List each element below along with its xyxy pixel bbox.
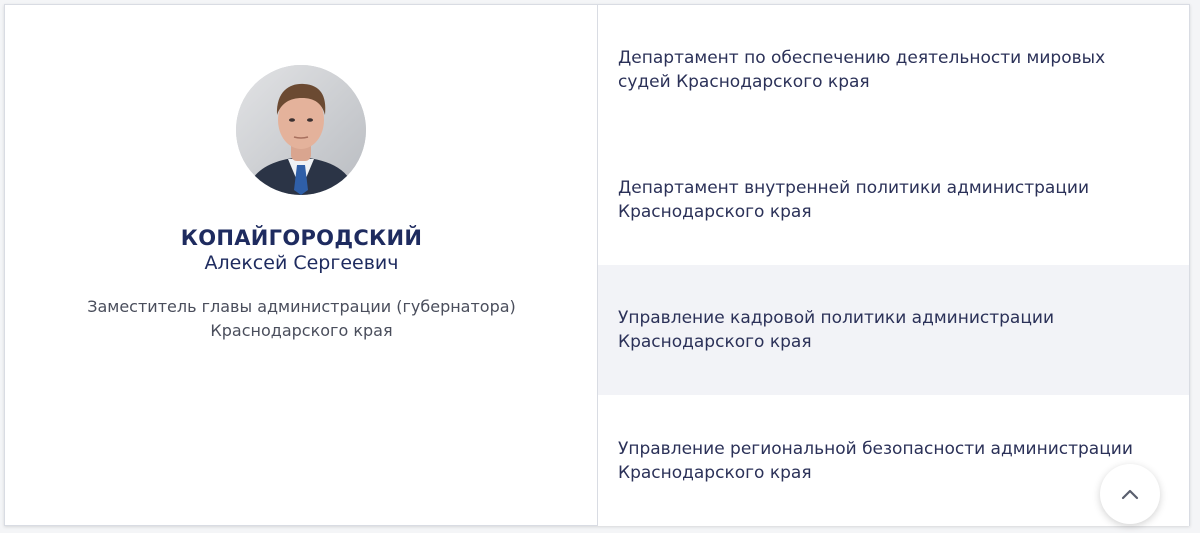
department-link[interactable]: Департамент по обеспечению деятельности … [618, 46, 1139, 94]
person-surname: КОПАЙГОРОДСКИЙ [180, 226, 423, 250]
department-link[interactable]: Департамент внутренней политики админист… [618, 176, 1139, 224]
department-link[interactable]: Управление кадровой политики администрац… [618, 306, 1139, 354]
person-given-names: Алексей Сергеевич [204, 252, 399, 274]
chevron-up-icon [1121, 489, 1139, 500]
scroll-to-top-button[interactable] [1100, 464, 1160, 524]
person-panel: КОПАЙГОРОДСКИЙ Алексей Сергеевич Замести… [5, 5, 598, 525]
department-item[interactable]: Департамент внутренней политики админист… [598, 135, 1189, 266]
official-card: КОПАЙГОРОДСКИЙ Алексей Сергеевич Замести… [4, 4, 1190, 526]
department-item[interactable]: Департамент по обеспечению деятельности … [598, 5, 1189, 136]
department-item[interactable]: Управление кадровой политики администрац… [598, 265, 1189, 396]
person-position: Заместитель главы администрации (губерна… [87, 297, 516, 340]
avatar [236, 65, 366, 195]
department-item[interactable]: Управление региональной безопасности адм… [598, 395, 1189, 526]
person-photo-icon [236, 65, 366, 195]
department-link[interactable]: Управление региональной безопасности адм… [618, 437, 1139, 485]
department-list: Департамент по обеспечению деятельности … [598, 5, 1189, 526]
